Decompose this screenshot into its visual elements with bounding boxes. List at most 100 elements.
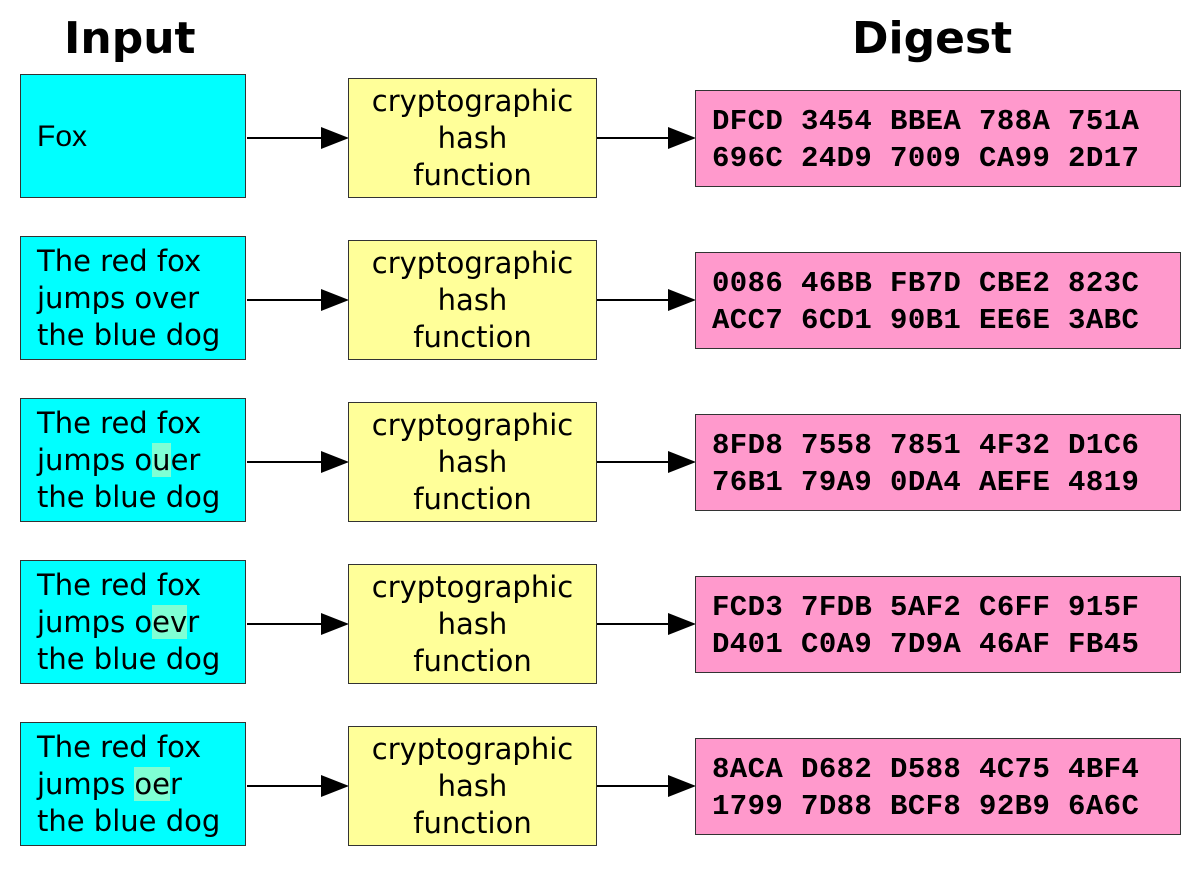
arrow-to-digest (597, 451, 696, 473)
hash-function-label: hash (437, 768, 508, 803)
hash-function-label: cryptographic (371, 731, 574, 766)
input-text-line: the blue dog (37, 803, 245, 840)
arrowhead-icon (321, 451, 349, 473)
input-text-line: The red fox (37, 729, 245, 766)
digest-box: 0086 46BB FB7D CBE2 823C ACC7 6CD1 90B1 E… (695, 252, 1181, 349)
hash-row: The red fox jumps oer the blue dog cryptogr… (0, 722, 1200, 850)
input-text: jumps (37, 766, 135, 801)
input-text: Fox (37, 119, 88, 153)
arrow-to-hash (247, 451, 349, 473)
arrowhead-icon (321, 613, 349, 635)
changed-letters-highlight: oe (134, 766, 171, 801)
hash-function-box: cryptographic hash function (348, 564, 597, 684)
digest-value: FCD3 7FDB 5AF2 C6FF 915F D401 C0A9 7D9A 4… (712, 589, 1139, 663)
arrow-to-hash (247, 613, 349, 635)
arrowhead-icon (668, 775, 696, 797)
changed-letters-highlight: u (152, 442, 171, 477)
input-box: The red fox jumps oer the blue dog (20, 722, 246, 846)
digest-box: 8ACA D682 D588 4C75 4BF4 1799 7D88 BCF8 9… (695, 738, 1181, 835)
input-text: r (187, 604, 200, 639)
input-text: the blue dog (37, 641, 221, 676)
input-text: the blue dog (37, 317, 221, 352)
input-box: The red fox jumps ouer the blue dog (20, 398, 246, 522)
hash-function-label: hash (437, 606, 508, 641)
hash-function-label: function (413, 643, 532, 678)
arrowhead-icon (668, 451, 696, 473)
digest-line: ACC7 6CD1 90B1 EE6E 3ABC (712, 304, 1140, 337)
input-text-line: The red fox (37, 405, 245, 442)
input-heading: Input (64, 13, 196, 64)
input-text: jumps o (37, 442, 153, 477)
hash-function-label: cryptographic (371, 407, 574, 442)
digest-line: FCD3 7FDB 5AF2 C6FF 915F (712, 591, 1140, 624)
hash-function-label: hash (437, 444, 508, 479)
digest-box: FCD3 7FDB 5AF2 C6FF 915F D401 C0A9 7D9A 4… (695, 576, 1181, 673)
input-text: The red fox (37, 243, 202, 278)
arrowhead-icon (668, 127, 696, 149)
hash-function-label: cryptographic (371, 83, 574, 118)
digest-box: DFCD 3454 BBEA 788A 751A 696C 24D9 7009 C… (695, 90, 1181, 187)
input-text: The red fox (37, 567, 202, 602)
digest-value: DFCD 3454 BBEA 788A 751A 696C 24D9 7009 C… (712, 103, 1139, 177)
input-text: The red fox (37, 405, 202, 440)
input-text-line: The red fox (37, 243, 245, 280)
input-text: jumps over (37, 280, 200, 315)
hash-function-box: cryptographic hash function (348, 726, 597, 846)
input-text: The red fox (37, 729, 202, 764)
hash-row: Fox cryptographic hash function DFCD 3454 BB… (0, 74, 1200, 202)
arrowhead-icon (321, 127, 349, 149)
input-box: The red fox jumps oevr the blue dog (20, 560, 246, 684)
arrowhead-icon (668, 289, 696, 311)
input-text: r (170, 766, 182, 801)
arrow-to-hash (247, 775, 349, 797)
digest-line: 8ACA D682 D588 4C75 4BF4 (712, 753, 1140, 786)
digest-line: 76B1 79A9 0DA4 AEFE 4819 (712, 466, 1140, 499)
hash-function-label: function (413, 805, 532, 840)
digest-line: 8FD8 7558 7851 4F32 D1C6 (712, 429, 1140, 462)
hash-function-label: function (413, 319, 532, 354)
digest-line: DFCD 3454 BBEA 788A 751A (712, 105, 1140, 138)
digest-line: 1799 7D88 BCF8 92B9 6A6C (712, 790, 1140, 823)
input-text-line: The red fox (37, 567, 245, 604)
input-box: Fox (20, 74, 246, 198)
digest-line: 696C 24D9 7009 CA99 2D17 (712, 142, 1140, 175)
arrowhead-icon (321, 289, 349, 311)
input-text-line: the blue dog (37, 641, 245, 678)
arrow-to-digest (597, 127, 696, 149)
input-text-line: Fox (37, 118, 245, 155)
digest-value: 8FD8 7558 7851 4F32 D1C6 76B1 79A9 0DA4 A… (712, 427, 1139, 501)
digest-value: 8ACA D682 D588 4C75 4BF4 1799 7D88 BCF8 9… (712, 751, 1139, 825)
digest-value: 0086 46BB FB7D CBE2 823C ACC7 6CD1 90B1 E… (712, 265, 1139, 339)
hash-row: The red fox jumps ouer the blue dog cryptog… (0, 398, 1200, 526)
arrow-to-hash (247, 289, 349, 311)
input-text-line: jumps ouer (37, 442, 245, 479)
input-box: The red fox jumps over the blue dog (20, 236, 246, 360)
arrow-to-hash (247, 127, 349, 149)
hash-function-box: cryptographic hash function (348, 402, 597, 522)
input-text-line: the blue dog (37, 317, 245, 354)
hash-row: The red fox jumps over the blue dog cryptog… (0, 236, 1200, 364)
input-text-line: the blue dog (37, 479, 245, 516)
input-text: the blue dog (37, 803, 221, 838)
digest-heading: Digest (852, 13, 1013, 64)
digest-box: 8FD8 7558 7851 4F32 D1C6 76B1 79A9 0DA4 A… (695, 414, 1181, 511)
digest-line: 0086 46BB FB7D CBE2 823C (712, 267, 1140, 300)
hash-function-label: cryptographic (371, 245, 574, 280)
hash-function-label: function (413, 481, 532, 516)
hash-function-label: cryptographic (371, 569, 574, 604)
input-text: jumps o (37, 604, 153, 639)
hash-function-label: function (413, 157, 532, 192)
arrow-to-digest (597, 613, 696, 635)
arrowhead-icon (321, 775, 349, 797)
input-text-line: jumps oevr (37, 604, 245, 641)
hash-row: The red fox jumps oevr the blue dog cryptog… (0, 560, 1200, 688)
arrowhead-icon (668, 613, 696, 635)
changed-letters-highlight: ev (152, 604, 188, 639)
input-text-line: jumps over (37, 280, 245, 317)
arrow-to-digest (597, 775, 696, 797)
input-text-line: jumps oer (37, 766, 245, 803)
hash-function-label: hash (437, 120, 508, 155)
input-text: the blue dog (37, 479, 221, 514)
input-text: er (170, 442, 201, 477)
hash-function-box: cryptographic hash function (348, 240, 597, 360)
